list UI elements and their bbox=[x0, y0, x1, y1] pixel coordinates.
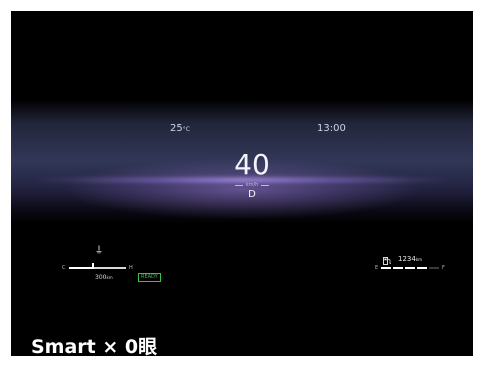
fuel-gauge-segment bbox=[393, 267, 403, 269]
clock: 13:00 bbox=[317, 123, 346, 134]
fuel-gauge-track bbox=[381, 267, 439, 269]
speed-unit: km/h bbox=[245, 182, 259, 188]
speed-value: 40 bbox=[234, 148, 270, 181]
fuel-pump-icon bbox=[383, 257, 392, 267]
fuel-gauge-full-label: F bbox=[442, 265, 445, 271]
fuel-gauge-segment bbox=[405, 267, 415, 269]
instrument-display: 25°C 13:00 40 km/h D C H 300km READY 123… bbox=[11, 11, 473, 356]
fuel-gauge-segment bbox=[429, 267, 439, 269]
temperature-unit: °C bbox=[182, 126, 190, 133]
temp-gauge-track bbox=[69, 267, 126, 269]
gear-indicator: D bbox=[248, 189, 256, 200]
odometer-unit: km bbox=[415, 257, 423, 262]
temp-gauge-fill bbox=[69, 267, 92, 269]
speed-unit-dash-right bbox=[261, 184, 270, 186]
outside-temperature: 25°C bbox=[170, 123, 190, 134]
fuel-gauge-segment bbox=[417, 267, 427, 269]
image-frame: 25°C 13:00 40 km/h D C H 300km READY 123… bbox=[0, 0, 484, 366]
speed-unit-dash-left bbox=[234, 184, 243, 186]
range-unit: km bbox=[106, 275, 113, 280]
range-value: 300 bbox=[95, 274, 107, 281]
driving-range: 300km bbox=[95, 274, 113, 281]
temperature-value: 25 bbox=[170, 123, 183, 134]
temp-gauge-needle bbox=[92, 263, 94, 269]
temp-gauge-hot-label: H bbox=[129, 265, 133, 271]
thermometer-icon bbox=[95, 245, 103, 256]
fuel-gauge-empty-label: E bbox=[375, 265, 379, 271]
ready-badge: READY bbox=[138, 273, 161, 282]
odometer: 1234km bbox=[398, 255, 422, 263]
temp-gauge-cold-label: C bbox=[62, 265, 66, 271]
speed-unit-row: km/h bbox=[230, 182, 274, 188]
caption-text: Smart × 0眼 bbox=[31, 336, 158, 356]
fuel-gauge-segment bbox=[381, 267, 391, 269]
odometer-value: 1234 bbox=[398, 255, 416, 263]
